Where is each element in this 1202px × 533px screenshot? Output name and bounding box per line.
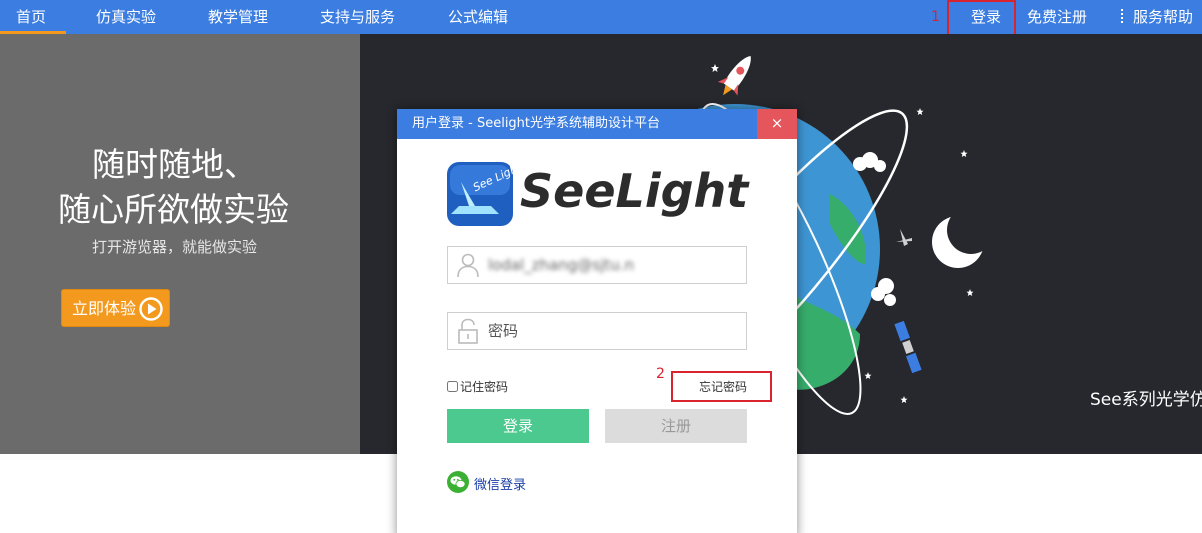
hero-title-line1: 随时随地、 — [92, 145, 257, 184]
annotation-box-forgot — [671, 371, 772, 402]
rocket-icon — [717, 55, 751, 96]
nav-item-simulation[interactable]: 仿真实验 — [96, 0, 156, 34]
nav-separator — [1121, 9, 1123, 25]
username-field[interactable] — [447, 246, 747, 284]
user-icon — [457, 253, 479, 278]
nav-item-formula[interactable]: 公式编辑 — [448, 0, 508, 34]
nav-item-teaching[interactable]: 教学管理 — [208, 0, 268, 34]
top-nav: 首页 仿真实验 教学管理 支持与服务 公式编辑 1 登录 免费注册 服务帮助 — [0, 0, 1202, 34]
annotation-box-login — [947, 0, 1016, 36]
try-now-label: 立即体验 — [72, 299, 137, 318]
page: 首页 仿真实验 教学管理 支持与服务 公式编辑 1 登录 免费注册 服务帮助 随… — [0, 0, 1202, 533]
nav-item-support[interactable]: 支持与服务 — [320, 0, 395, 34]
hero-subtitle: 打开游览器，就能做实验 — [92, 238, 258, 256]
hero-title-line2: 随心所欲做实验 — [58, 190, 289, 229]
wechat-icon — [447, 471, 469, 493]
star-icon — [966, 289, 974, 296]
plane-icon — [896, 229, 912, 246]
star-icon — [711, 64, 719, 72]
satellite-icon — [894, 320, 922, 374]
login-dialog: 用户登录 - Seelight光学系统辅助设计平台 × See Light Se… — [397, 109, 797, 533]
password-input[interactable] — [488, 313, 738, 349]
try-now-button[interactable]: 立即体验 — [61, 289, 170, 327]
nav-register-link[interactable]: 免费注册 — [1027, 0, 1087, 34]
remember-checkbox[interactable] — [447, 381, 458, 392]
dialog-header: 用户登录 - Seelight光学系统辅助设计平台 × — [397, 109, 797, 139]
star-icon — [900, 396, 908, 403]
annotation-number-2: 2 — [656, 366, 665, 382]
dialog-title: 用户登录 - Seelight光学系统辅助设计平台 — [412, 116, 661, 131]
star-icon — [864, 372, 872, 379]
register-button[interactable]: 注册 — [605, 409, 747, 443]
remember-label: 记住密码 — [460, 380, 509, 394]
password-field[interactable] — [447, 312, 747, 350]
nav-help-link[interactable]: 服务帮助 — [1133, 0, 1193, 34]
star-icon — [916, 108, 924, 115]
username-input[interactable] — [488, 247, 738, 283]
nav-item-home[interactable]: 首页 — [16, 0, 46, 34]
seelight-logo-icon: See Light — [447, 162, 513, 226]
close-icon: × — [770, 114, 784, 132]
login-button[interactable]: 登录 — [447, 409, 589, 443]
star-icon — [960, 150, 968, 157]
close-button[interactable]: × — [757, 109, 797, 139]
logo-wordmark: SeeLight — [520, 164, 749, 218]
annotation-number-1: 1 — [931, 9, 940, 25]
remember-password[interactable]: 记住密码 — [447, 378, 508, 395]
play-circle-icon — [139, 297, 163, 321]
hero-caption: See系列光学仿 — [1090, 390, 1202, 410]
lock-icon — [458, 318, 478, 344]
wechat-login-label: 微信登录 — [474, 478, 527, 493]
wechat-login[interactable]: 微信登录 — [447, 471, 526, 493]
